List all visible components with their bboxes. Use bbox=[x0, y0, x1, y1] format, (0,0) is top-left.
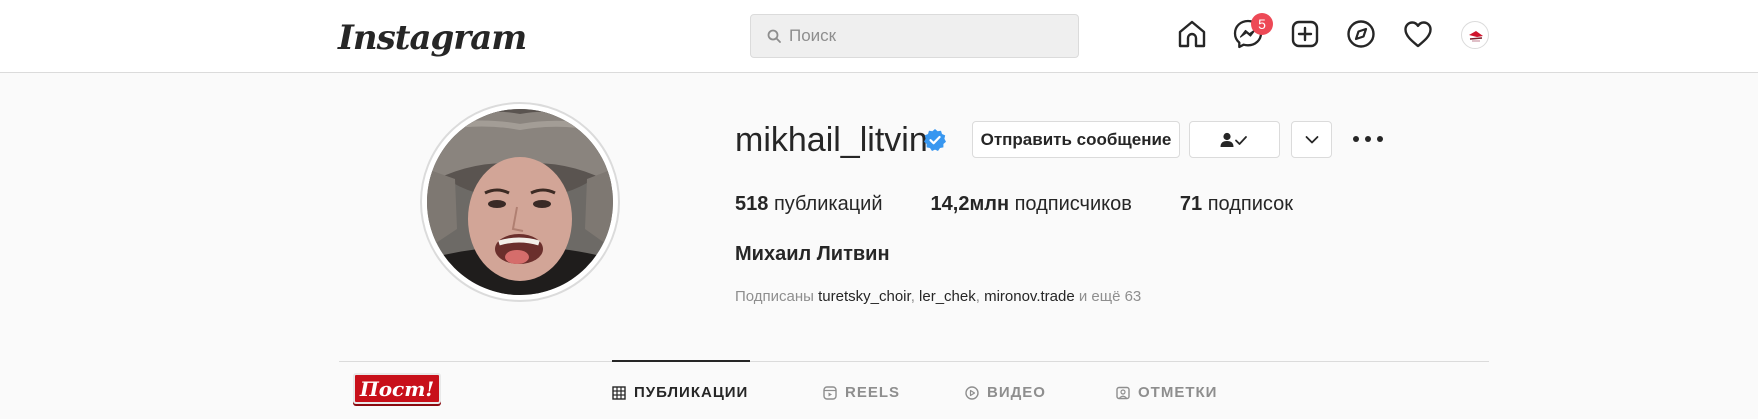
profile-stats: 518 публикаций 14,2млн подписчиков 71 по… bbox=[735, 193, 1341, 216]
tab-video[interactable]: ВИДЕО bbox=[965, 384, 1046, 401]
followers-count[interactable]: 14,2млн подписчиков bbox=[931, 193, 1132, 216]
instagram-logo[interactable]: Instagram bbox=[338, 16, 527, 60]
followed-by-account-link[interactable]: turetsky_choir bbox=[818, 288, 911, 305]
top-navigation-bar: Instagram 5 bbox=[0, 0, 1758, 73]
profile-full-name: Михаил Литвин bbox=[735, 243, 890, 265]
home-icon[interactable] bbox=[1175, 17, 1209, 51]
tab-posts[interactable]: ПУБЛИКАЦИИ bbox=[612, 384, 748, 401]
tab-video-label: ВИДЕО bbox=[987, 384, 1046, 401]
followers-count-label: подписчиков bbox=[1014, 193, 1132, 215]
chevron-down-icon bbox=[1305, 135, 1318, 143]
profile-photo bbox=[427, 109, 613, 295]
tab-tagged[interactable]: ОТМЕТКИ bbox=[1116, 384, 1217, 401]
person-check-icon bbox=[1220, 132, 1247, 147]
tab-reels-label: REELS bbox=[845, 384, 901, 401]
tagged-person-icon bbox=[1116, 386, 1130, 399]
followed-by-account-link[interactable]: ler_chek bbox=[919, 288, 976, 305]
profile-picture[interactable] bbox=[420, 102, 620, 302]
profile-username: mikhail_litvin bbox=[735, 121, 928, 159]
send-message-button[interactable]: Отправить сообщение bbox=[972, 121, 1180, 158]
messenger-badge: 5 bbox=[1251, 13, 1273, 35]
new-post-icon[interactable] bbox=[1288, 17, 1322, 51]
posts-count: 518 публикаций bbox=[735, 193, 883, 216]
post-sticker: Пост! bbox=[353, 373, 441, 404]
tabs-divider bbox=[339, 361, 1489, 362]
grid-icon bbox=[612, 385, 626, 400]
followed-by-account-link[interactable]: mironov.trade bbox=[984, 288, 1075, 305]
messenger-icon[interactable]: 5 bbox=[1231, 13, 1273, 51]
search-input[interactable] bbox=[789, 26, 1069, 46]
posts-count-value: 518 bbox=[735, 193, 769, 215]
tab-posts-label: ПУБЛИКАЦИИ bbox=[634, 384, 749, 401]
followed-by-prefix: Подписаны bbox=[735, 288, 814, 305]
search-box[interactable] bbox=[750, 14, 1079, 58]
video-play-icon bbox=[965, 385, 979, 400]
followers-count-value: 14,2млн bbox=[930, 193, 1010, 215]
profile-avatar[interactable] bbox=[1461, 21, 1489, 49]
verified-badge-icon bbox=[924, 129, 946, 151]
suggested-accounts-button[interactable] bbox=[1291, 121, 1332, 158]
more-options-icon[interactable] bbox=[1353, 127, 1383, 151]
posts-count-label: публикаций bbox=[773, 193, 883, 215]
following-count-value: 71 bbox=[1179, 193, 1203, 215]
following-count-label: подписок bbox=[1207, 193, 1293, 215]
reels-icon bbox=[823, 385, 837, 400]
following-count[interactable]: 71 подписок bbox=[1180, 193, 1293, 216]
explore-icon[interactable] bbox=[1344, 17, 1378, 51]
followed-by-more-link[interactable]: и ещё 63 bbox=[1079, 288, 1141, 305]
search-icon bbox=[767, 29, 781, 43]
following-button[interactable] bbox=[1189, 121, 1280, 158]
activity-heart-icon[interactable] bbox=[1401, 17, 1435, 51]
tab-tagged-label: ОТМЕТКИ bbox=[1138, 384, 1218, 401]
active-tab-indicator bbox=[612, 360, 750, 362]
followed-by-line: Подписаны turetsky_choir, ler_chek, miro… bbox=[735, 288, 1142, 305]
tab-reels[interactable]: REELS bbox=[823, 384, 900, 401]
